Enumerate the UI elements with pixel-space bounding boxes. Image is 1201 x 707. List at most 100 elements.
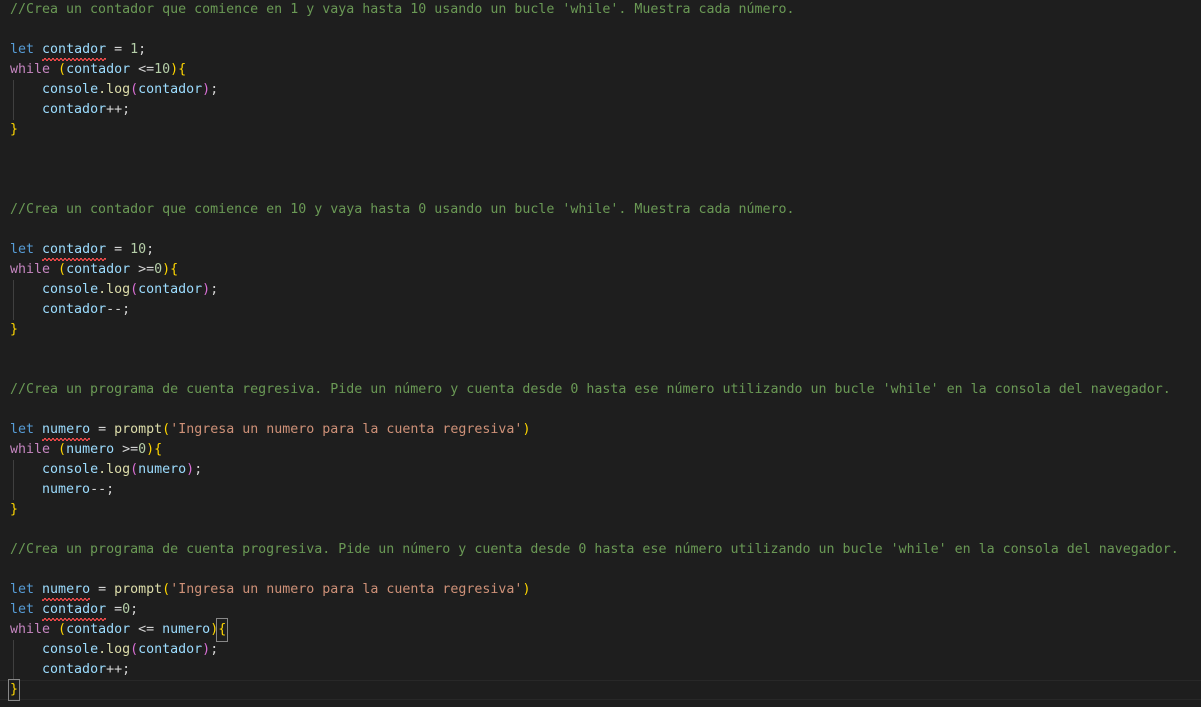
keyword-let: let [10,242,35,257]
code-line-active[interactable]: } [0,679,1201,701]
code-line[interactable]: while (contador >=0){ [0,260,1201,280]
code-line[interactable]: let contador = 1; [0,40,1201,61]
code-line[interactable]: console.log(contador); [0,640,1201,660]
code-line[interactable]: console.log(contador); [0,80,1201,100]
keyword-while: while [10,262,51,277]
prompt-function: prompt [114,422,163,437]
code-line[interactable]: while (contador <= numero){ [0,618,1201,642]
code-line[interactable]: //Crea un programa de cuenta progresiva.… [0,540,1201,560]
decrement-operator: --; [90,482,115,497]
comparison-operator: >= [130,262,155,277]
code-line[interactable]: } [0,320,1201,340]
number-literal: 10 [130,242,147,257]
keyword-let: let [10,602,35,617]
code-line-blank[interactable] [0,340,1201,360]
code-line[interactable]: let numero = prompt('Ingresa un numero p… [0,580,1201,601]
code-line-blank[interactable] [0,20,1201,40]
log-method: .log [98,642,131,657]
open-paren: ( [58,62,67,77]
code-line[interactable]: numero--; [0,480,1201,500]
code-line[interactable]: while (contador <=10){ [0,60,1201,80]
open-paren: ( [58,262,67,277]
code-line[interactable]: console.log(contador); [0,280,1201,300]
identifier: contador [138,82,203,97]
assign-operator: = [106,42,131,57]
close-paren: ) [162,262,171,277]
code-line[interactable]: contador++; [0,660,1201,680]
identifier-with-spellcheck: numero [42,420,91,441]
keyword-while: while [10,62,51,77]
keyword-let: let [10,422,35,437]
comment-text: //Crea un programa de cuenta progresiva.… [10,542,1179,557]
close-brace: } [10,322,19,337]
code-line-blank[interactable] [0,180,1201,200]
number-literal: 10 [154,62,171,77]
comparison-operator: <= [130,62,155,77]
identifier: contador [138,282,203,297]
identifier-with-spellcheck: contador [42,40,107,61]
code-line[interactable]: let contador =0; [0,600,1201,621]
string-literal: 'Ingresa un numero para la cuenta regres… [170,582,523,597]
code-line[interactable]: console.log(numero); [0,460,1201,480]
log-method: .log [98,82,131,97]
code-line[interactable]: } [0,500,1201,520]
comment-text: //Crea un contador que comience en 1 y v… [10,2,795,17]
code-line[interactable]: contador--; [0,300,1201,320]
identifier-with-spellcheck: numero [42,580,91,601]
code-line[interactable]: contador++; [0,100,1201,120]
log-method: .log [98,462,131,477]
close-paren: ) [202,642,211,657]
log-method: .log [98,282,131,297]
open-paren: ( [130,82,139,97]
identifier: numero [138,462,187,477]
console-object: console [42,82,99,97]
code-editor-surface[interactable]: //Crea un contador que comience en 1 y v… [0,0,1201,707]
code-line[interactable]: while (numero >=0){ [0,440,1201,460]
identifier-with-spellcheck: contador [42,600,107,621]
identifier: contador [66,622,131,637]
open-paren: ( [130,462,139,477]
keyword-let: let [10,582,35,597]
code-line[interactable]: let contador = 10; [0,240,1201,261]
console-object: console [42,282,99,297]
code-line[interactable]: } [0,120,1201,140]
comparison-operator: <= [130,622,163,637]
code-line[interactable]: //Crea un contador que comience en 1 y v… [0,0,1201,20]
identifier: contador [66,62,131,77]
comment-text: //Crea un contador que comience en 10 y … [10,202,795,217]
semicolon: ; [210,282,219,297]
code-line-blank[interactable] [0,520,1201,540]
code-line-blank[interactable] [0,400,1201,420]
open-paren: ( [130,642,139,657]
code-line-blank[interactable] [0,560,1201,580]
keyword-while: while [10,442,51,457]
close-brace: } [10,122,19,137]
code-line[interactable]: //Crea un contador que comience en 10 y … [0,200,1201,220]
string-literal: 'Ingresa un numero para la cuenta regres… [170,422,523,437]
assign-operator: = [106,242,131,257]
semicolon: ; [210,82,219,97]
comment-text: //Crea un programa de cuenta regresiva. … [10,382,1171,397]
semicolon: ; [210,642,219,657]
code-line[interactable]: let numero = prompt('Ingresa un numero p… [0,420,1201,441]
identifier: numero [162,622,211,637]
open-brace: { [170,262,179,277]
close-paren: ) [210,622,219,637]
identifier: contador [42,102,107,117]
code-line[interactable]: //Crea un programa de cuenta regresiva. … [0,380,1201,400]
open-paren: ( [58,442,67,457]
code-line-blank[interactable] [0,160,1201,180]
close-paren: ) [170,62,179,77]
number-literal: 0 [122,602,131,617]
assign-operator: = [90,582,115,597]
open-brace: { [154,442,163,457]
identifier: contador [42,302,107,317]
code-line-blank[interactable] [0,220,1201,240]
code-line-blank[interactable] [0,140,1201,160]
number-literal: 0 [154,262,163,277]
code-line-blank[interactable] [0,360,1201,380]
comparison-operator: >= [114,442,139,457]
